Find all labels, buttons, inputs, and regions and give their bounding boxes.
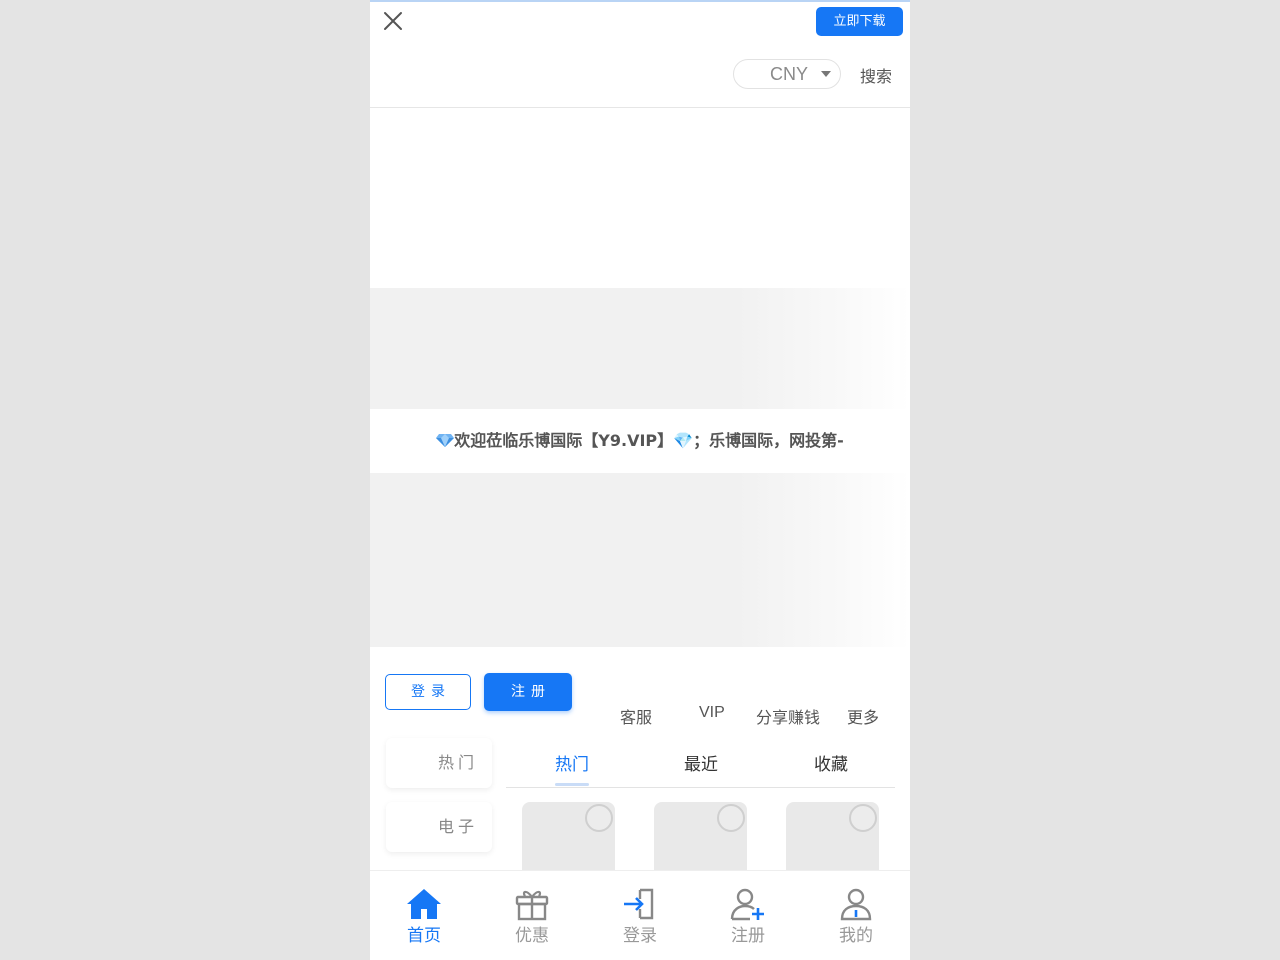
nav-home[interactable]: 首页 xyxy=(370,871,478,960)
app-screen: 立即下载 CNY 搜索 欢迎莅临乐博国际【Y9.VIP】💎；乐博国际，网投第- … xyxy=(370,0,910,960)
top-progress-line xyxy=(370,0,910,2)
header-divider xyxy=(370,107,910,108)
nav-register[interactable]: 注册 xyxy=(694,871,802,960)
home-icon xyxy=(407,889,441,919)
favorite-icon[interactable] xyxy=(585,804,613,832)
favorite-icon[interactable] xyxy=(717,804,745,832)
search-button[interactable]: 搜索 xyxy=(860,63,892,87)
side-tab-electronic[interactable]: 电子 xyxy=(386,802,492,852)
nav-promotions-label: 优惠 xyxy=(515,926,549,946)
share-earn-link[interactable]: 分享赚钱 xyxy=(756,704,820,728)
tab-favorites[interactable]: 收藏 xyxy=(814,750,848,775)
caret-down-icon xyxy=(821,71,831,77)
profile-icon xyxy=(840,888,872,921)
tab-hot[interactable]: 热门 xyxy=(555,750,589,775)
notice-text: 欢迎莅临乐博国际【Y9.VIP】💎；乐博国际，网投第- xyxy=(454,431,844,450)
nav-profile-label: 我的 xyxy=(839,926,873,946)
close-icon xyxy=(384,12,402,30)
nav-login-label: 登录 xyxy=(623,926,657,946)
notice-marquee[interactable]: 欢迎莅临乐博国际【Y9.VIP】💎；乐博国际，网投第- xyxy=(370,409,910,473)
currency-select[interactable]: CNY xyxy=(733,59,841,89)
nav-home-label: 首页 xyxy=(407,926,441,946)
download-button[interactable]: 立即下载 xyxy=(816,7,903,36)
tabs-divider xyxy=(506,787,895,788)
tab-recent[interactable]: 最近 xyxy=(684,750,718,775)
nav-promotions[interactable]: 优惠 xyxy=(478,871,586,960)
login-icon xyxy=(624,888,654,920)
diamond-icon xyxy=(436,434,455,447)
side-tab-hot[interactable]: 热门 xyxy=(386,738,492,788)
vip-link[interactable]: VIP xyxy=(699,704,725,722)
add-user-icon xyxy=(730,888,764,921)
favorite-icon[interactable] xyxy=(849,804,877,832)
gift-icon xyxy=(515,890,549,921)
login-button[interactable]: 登录 xyxy=(385,674,471,710)
promo-placeholder[interactable] xyxy=(370,473,910,647)
close-button[interactable] xyxy=(382,10,404,32)
nav-profile[interactable]: 我的 xyxy=(802,871,910,960)
bottom-nav: 首页 优惠 登录 注册 我的 xyxy=(370,870,910,960)
register-button[interactable]: 注册 xyxy=(484,673,572,711)
nav-register-label: 注册 xyxy=(731,926,765,946)
active-tab-indicator xyxy=(555,783,589,786)
nav-login[interactable]: 登录 xyxy=(586,871,694,960)
customer-service-link[interactable]: 客服 xyxy=(620,704,652,728)
more-link[interactable]: 更多 xyxy=(847,704,879,728)
currency-value: CNY xyxy=(770,64,809,84)
banner-placeholder[interactable] xyxy=(370,288,910,409)
